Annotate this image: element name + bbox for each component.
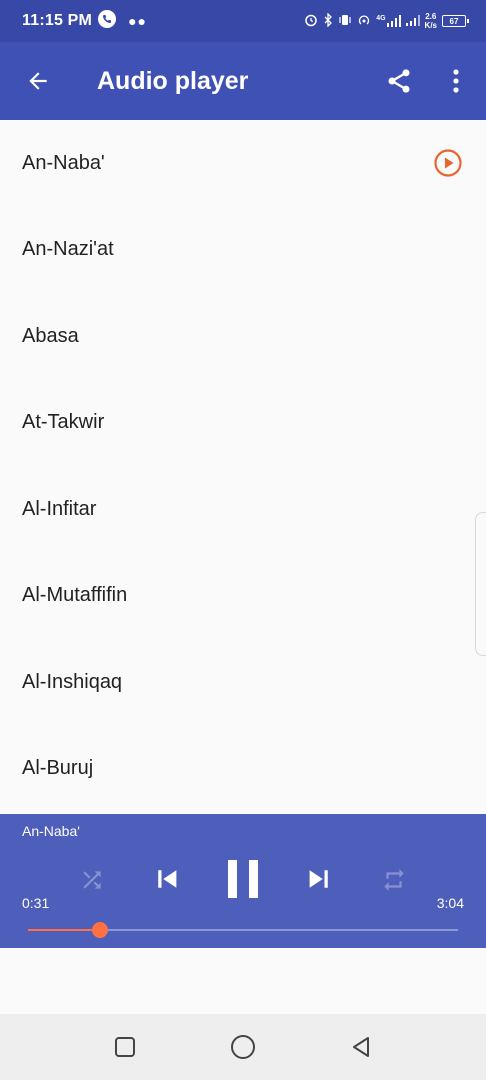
track-label: At-Takwir (22, 411, 105, 434)
page-title: Audio player (97, 66, 249, 95)
more-vert-icon (453, 69, 459, 93)
back-arrow-icon (29, 72, 47, 90)
list-item[interactable]: At-Takwir (0, 380, 486, 467)
repeat-button[interactable] (378, 864, 410, 896)
seek-progress (28, 929, 101, 931)
home-button[interactable] (227, 1031, 259, 1063)
share-icon (388, 69, 410, 93)
track-label: Al-Infitar (22, 497, 97, 520)
signal-label: 4G (376, 15, 386, 22)
now-playing-title: An-Naba' (22, 823, 80, 839)
pause-button[interactable] (220, 856, 266, 902)
previous-button[interactable] (150, 862, 184, 896)
more-options-button[interactable] (440, 62, 472, 100)
list-item[interactable]: An-Nazi'at (0, 207, 486, 294)
network-speed-value: 2.6 (425, 12, 437, 21)
blank-area (0, 948, 486, 1014)
status-bar: 11:15 PM ●● 4G 2.6 K/s 67 (0, 0, 486, 42)
notification-dots-icon: ●● (128, 13, 148, 29)
app-bar: Audio player (0, 42, 486, 120)
vibrate-icon (338, 13, 352, 29)
battery-icon: 67 (442, 15, 469, 27)
edge-panel-handle[interactable] (475, 512, 486, 656)
phone-call-icon (98, 9, 117, 33)
seek-bar[interactable] (28, 922, 458, 938)
track-label: Al-Mutaffifin (22, 584, 128, 607)
system-nav-bar (0, 1014, 486, 1080)
list-item[interactable]: Al-Inshiqaq (0, 639, 486, 726)
recents-button[interactable] (109, 1031, 141, 1063)
list-item[interactable]: An-Naba' (0, 120, 486, 207)
track-list: An-Naba' An-Nazi'at Abasa At-Takwir Al-I… (0, 120, 486, 814)
seek-thumb[interactable] (92, 922, 109, 938)
back-button[interactable] (0, 42, 76, 120)
track-label: Al-Inshiqaq (22, 670, 123, 693)
signal-4g-icon: 4G (376, 15, 401, 27)
media-player: An-Naba' 0:31 3:04 (0, 814, 486, 948)
next-button[interactable] (302, 862, 336, 896)
alarm-icon (304, 13, 318, 29)
list-item[interactable]: Al-Infitar (0, 466, 486, 553)
hotspot-icon (357, 13, 371, 29)
list-item[interactable]: Abasa (0, 293, 486, 380)
signal-icon (405, 14, 420, 28)
play-circle-icon[interactable] (433, 148, 463, 178)
repeat-icon (384, 869, 404, 891)
back-nav-button[interactable] (345, 1031, 377, 1063)
square-icon (115, 1037, 135, 1057)
skip-previous-icon (158, 870, 177, 888)
share-button[interactable] (380, 62, 418, 100)
shuffle-icon (83, 871, 101, 889)
elapsed-time: 0:31 (22, 895, 50, 911)
track-label: Al-Buruj (22, 757, 94, 780)
track-label: An-Naba' (22, 151, 105, 174)
battery-level: 67 (449, 16, 459, 26)
circle-icon (231, 1035, 255, 1059)
bluetooth-icon (323, 12, 333, 29)
total-duration: 3:04 (436, 895, 464, 911)
list-item[interactable]: Al-Mutaffifin (0, 553, 486, 640)
track-label: Abasa (22, 324, 79, 347)
list-item[interactable]: Al-Buruj (0, 726, 486, 813)
network-speed-unit: K/s (424, 21, 437, 30)
pause-icon (228, 860, 258, 898)
network-speed: 2.6 K/s (425, 12, 437, 30)
status-time: 11:15 PM (22, 12, 93, 29)
skip-next-icon (309, 870, 328, 888)
shuffle-button[interactable] (76, 864, 108, 896)
triangle-back-icon (353, 1037, 369, 1057)
track-label: An-Nazi'at (22, 238, 114, 261)
